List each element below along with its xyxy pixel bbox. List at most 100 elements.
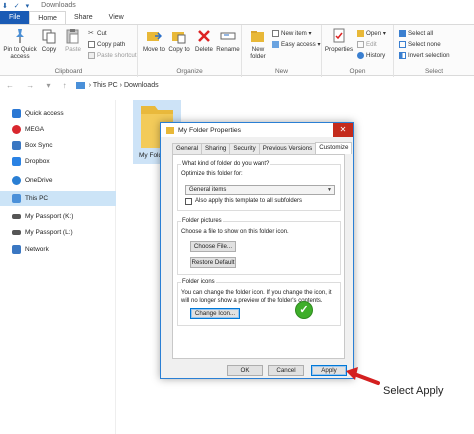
properties-button[interactable]: Properties — [324, 28, 354, 53]
easy-access-icon — [272, 41, 279, 48]
navigation-buttons[interactable]: ← → ▾ ↑ — [6, 81, 72, 90]
open-label: Open ▾ — [366, 30, 386, 37]
customize-panel: What kind of folder do you want? Optimiz… — [172, 154, 345, 359]
easy-access-button[interactable]: Easy access ▾ — [272, 41, 321, 48]
move-to-label: Move to — [142, 46, 165, 53]
clipboard-group-label: Clipboard — [54, 68, 83, 75]
copy-icon — [42, 29, 56, 44]
nav-item-label: Dropbox — [25, 158, 50, 165]
new-folder-button[interactable]: New folder — [246, 28, 270, 60]
nav-item-this-pc[interactable]: This PC — [0, 191, 116, 206]
nav-item-my-passport-l[interactable]: My Passport (L:) — [0, 225, 116, 240]
open-group: Properties Open ▾ Edit History Open — [322, 25, 394, 77]
nav-item-label: OneDrive — [25, 177, 53, 184]
open-button[interactable]: Open ▾ — [357, 30, 386, 37]
cloud-icon — [12, 176, 21, 185]
choose-file-button[interactable]: Choose File... — [190, 241, 236, 252]
nav-item-label: Quick access — [25, 110, 64, 117]
star-icon — [12, 109, 21, 118]
paste-shortcut-icon — [88, 52, 95, 59]
nav-item-onedrive[interactable]: OneDrive — [0, 173, 116, 188]
cut-button[interactable]: ✂ Cut — [88, 30, 107, 37]
invert-selection-label: Invert selection — [408, 52, 450, 59]
cancel-button[interactable]: Cancel — [268, 365, 304, 376]
tab-sharing[interactable]: Sharing — [201, 143, 231, 154]
nav-item-my-passport-k[interactable]: My Passport (K:) — [0, 209, 116, 224]
history-button[interactable]: History — [357, 52, 385, 59]
apply-button[interactable]: Apply — [311, 365, 347, 376]
quick-access-toolbar[interactable]: ⬇ ✓ ▾ — [2, 2, 31, 10]
delete-label: Delete — [195, 46, 213, 53]
optimize-dropdown[interactable]: General items ▼ — [185, 185, 335, 195]
tab-share[interactable]: Share — [66, 11, 101, 24]
copy-label: Copy — [41, 46, 57, 53]
tab-home[interactable]: Home — [29, 11, 66, 24]
move-to-button[interactable]: Move to — [142, 28, 166, 53]
new-item-label: New item ▾ — [281, 30, 312, 37]
red-arrow-icon — [346, 367, 380, 385]
box-sync-icon — [12, 141, 21, 150]
select-none-button[interactable]: Select none — [399, 41, 441, 48]
dialog-tabs: General Sharing Security Previous Versio… — [172, 142, 353, 154]
breadcrumb[interactable]: › This PC › Downloads — [89, 82, 159, 89]
nav-item-label: Network — [25, 246, 49, 253]
dialog-title-bar: My Folder Properties — [161, 123, 353, 137]
tab-security[interactable]: Security — [229, 143, 260, 154]
folder-icons-text: You can change the folder icon. If you c… — [181, 290, 332, 304]
clipboard-group: Pin to Quick access Copy Paste ✂ Cut Cop… — [0, 25, 138, 77]
select-none-icon — [399, 41, 406, 48]
nav-item-mega[interactable]: MEGA — [0, 122, 116, 137]
select-all-icon — [399, 30, 406, 37]
folder-icon — [166, 126, 174, 134]
navigation-pane: Quick access MEGA Box Sync Dropbox OneDr… — [0, 100, 116, 434]
delete-button[interactable]: Delete — [193, 28, 215, 53]
checkmark-icon: ✓ — [295, 301, 313, 319]
copy-to-label: Copy to — [168, 46, 190, 53]
edit-icon — [357, 41, 364, 48]
apply-subfolders-checkbox[interactable] — [185, 198, 192, 205]
nav-item-network[interactable]: Network — [0, 242, 116, 257]
change-icon-button[interactable]: Change Icon... — [190, 308, 240, 319]
invert-selection-button[interactable]: Invert selection — [399, 52, 450, 59]
copy-to-icon — [172, 32, 186, 44]
copy-path-button[interactable]: Copy path — [88, 41, 125, 48]
tab-view[interactable]: View — [101, 11, 132, 24]
select-all-button[interactable]: Select all — [399, 30, 433, 37]
copy-path-label: Copy path — [97, 41, 126, 48]
paste-button[interactable]: Paste — [61, 28, 85, 53]
easy-access-label: Easy access ▾ — [281, 41, 321, 48]
rename-icon — [220, 32, 236, 40]
delete-x-icon — [198, 30, 210, 42]
restore-default-button[interactable]: Restore Default — [190, 257, 236, 268]
new-item-button[interactable]: New item ▾ — [272, 30, 312, 37]
ok-button[interactable]: OK — [227, 365, 263, 376]
folder-pictures-heading: Folder pictures — [181, 218, 223, 224]
tab-customize[interactable]: Customize — [315, 142, 353, 154]
drive-icon — [12, 214, 21, 219]
paste-shortcut-button[interactable]: Paste shortcut — [88, 52, 137, 59]
nav-item-box-sync[interactable]: Box Sync — [0, 138, 116, 153]
properties-dialog: My Folder Properties ✕ General Sharing S… — [160, 122, 354, 379]
pin-quick-access-button[interactable]: Pin to Quick access — [2, 28, 38, 60]
optimize-label: Optimize this folder for: — [181, 171, 243, 177]
pin-label: Pin to Quick access — [3, 46, 37, 60]
edit-button[interactable]: Edit — [357, 41, 377, 48]
window-title: Downloads — [41, 2, 76, 9]
tab-previous-versions[interactable]: Previous Versions — [258, 143, 317, 154]
tab-file[interactable]: File — [0, 11, 30, 24]
copy-button[interactable]: Copy — [38, 28, 60, 53]
open-icon — [357, 30, 364, 37]
open-group-label: Open — [349, 68, 366, 75]
nav-item-label: My Passport (L:) — [25, 229, 73, 236]
rename-button[interactable]: Rename — [216, 28, 240, 53]
new-group-label: New — [274, 68, 288, 75]
nav-item-quick-access[interactable]: Quick access — [0, 106, 116, 121]
copy-to-button[interactable]: Copy to — [167, 28, 191, 53]
tab-general[interactable]: General — [172, 143, 203, 154]
close-button[interactable]: ✕ — [333, 123, 353, 137]
invert-selection-icon — [399, 52, 406, 59]
dropbox-icon — [12, 157, 21, 166]
folder-icons-section: Folder icons You can change the folder i… — [177, 279, 341, 326]
nav-item-dropbox[interactable]: Dropbox — [0, 154, 116, 169]
paste-icon — [66, 29, 79, 44]
